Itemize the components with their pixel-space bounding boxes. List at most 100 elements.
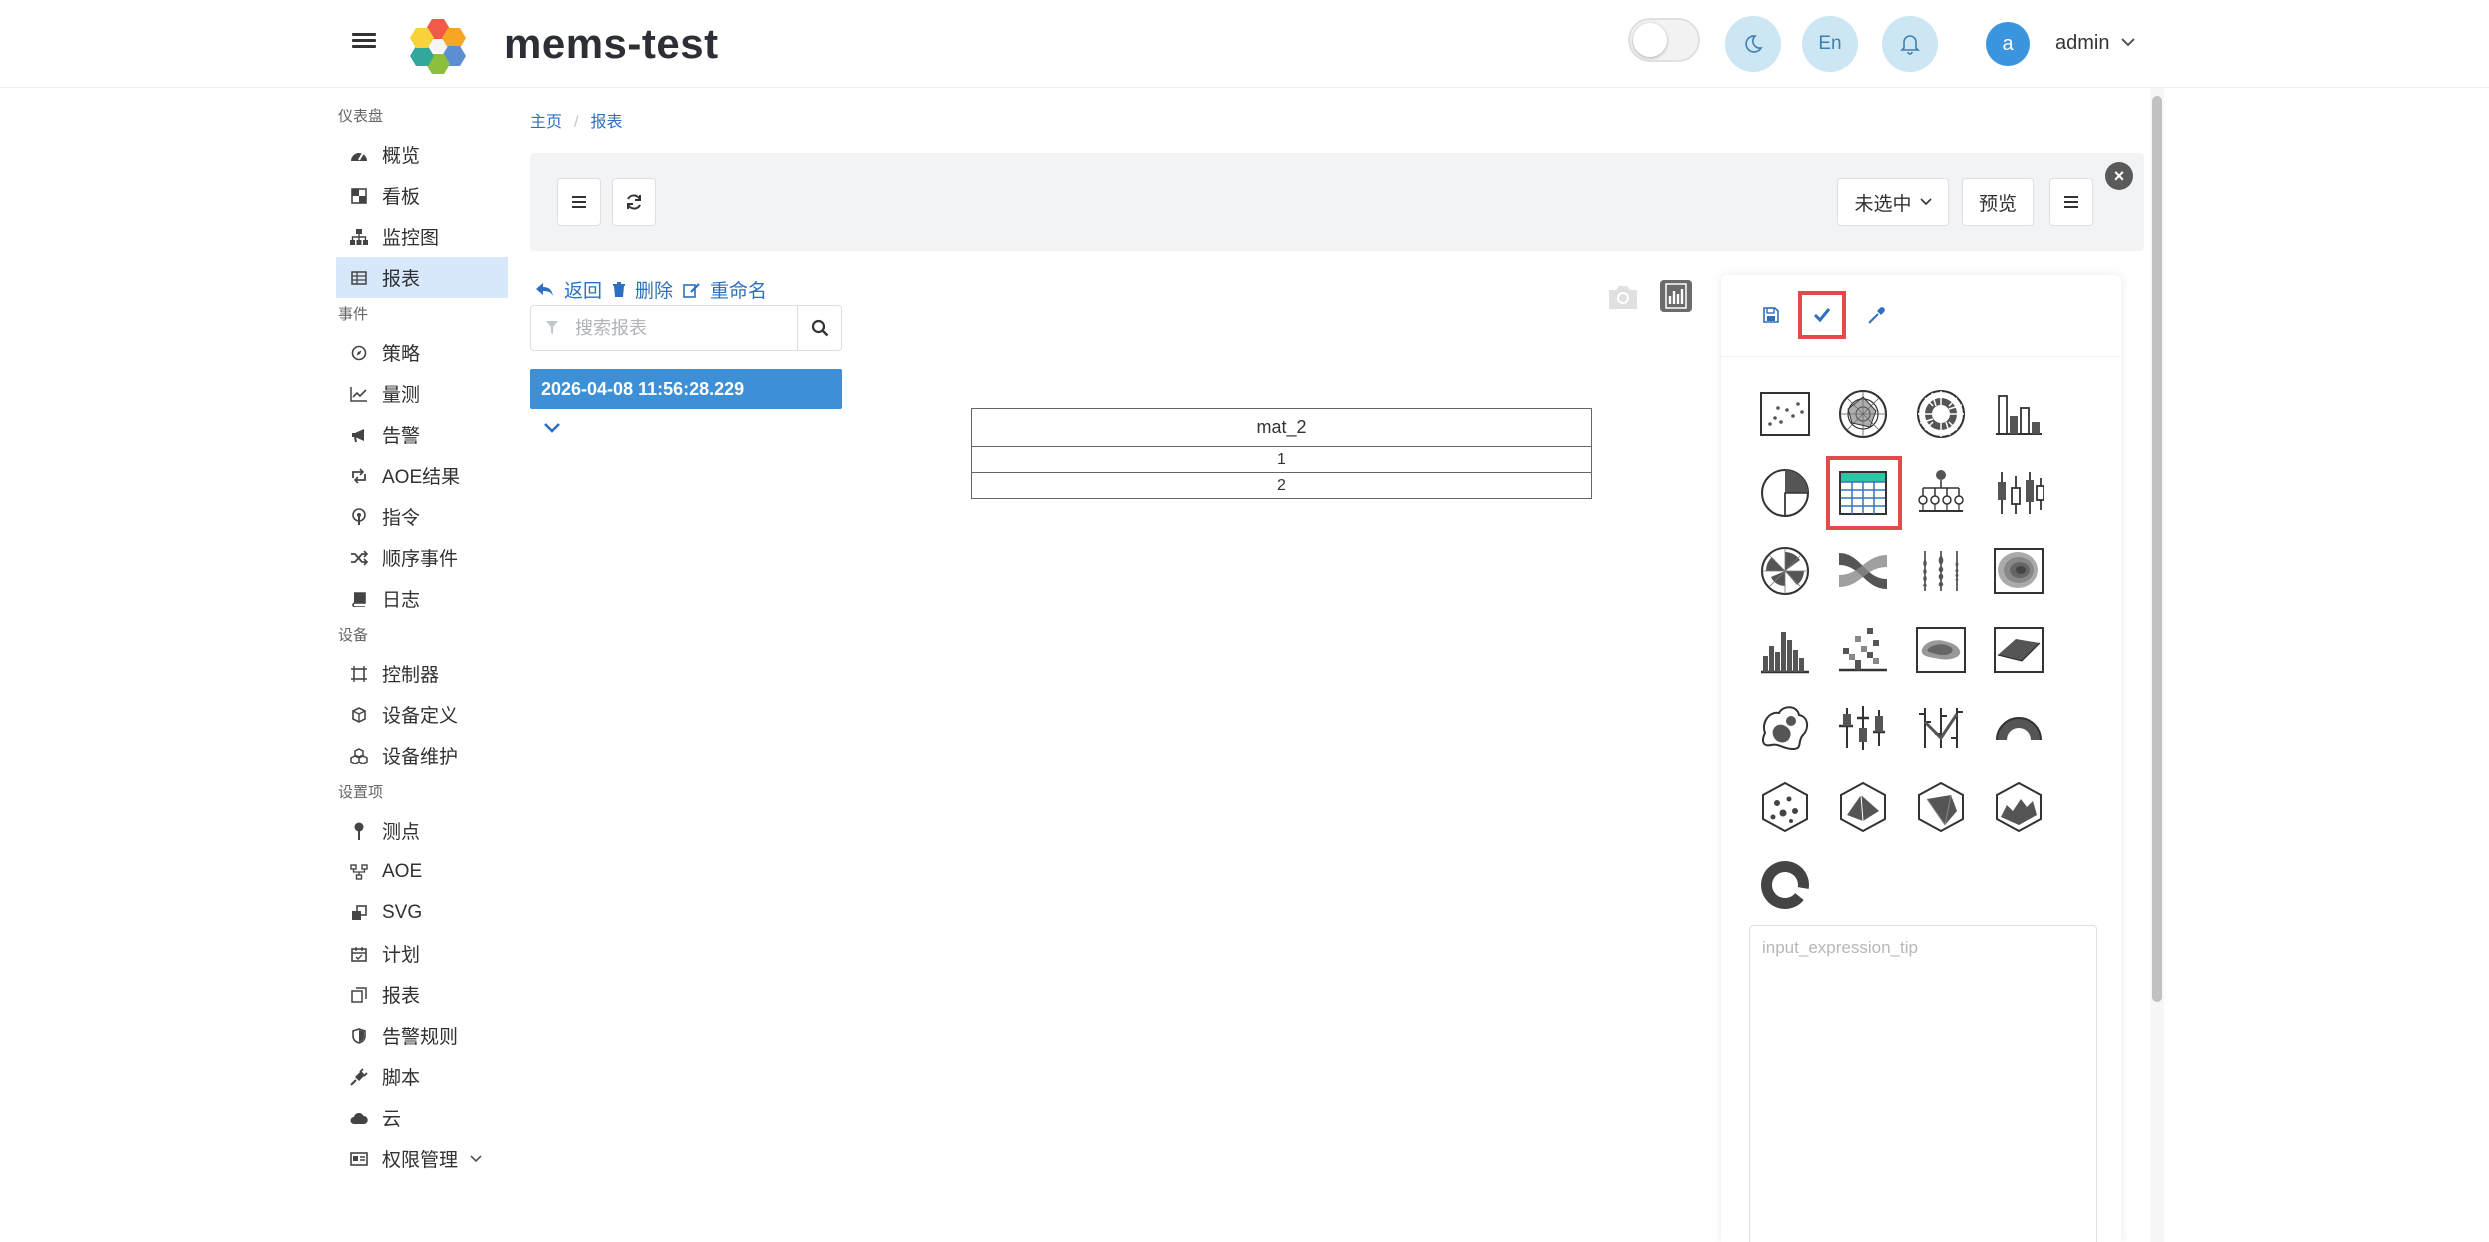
sidebar-item-command[interactable]: 指令 bbox=[336, 496, 508, 537]
area3d-chart-icon[interactable] bbox=[1980, 768, 2058, 846]
cone3d-chart-icon[interactable] bbox=[1902, 768, 1980, 846]
ring-chart-icon[interactable] bbox=[1746, 846, 1824, 924]
ohlc-chart-icon[interactable] bbox=[1902, 689, 1980, 767]
selection-dropdown[interactable]: 未选中 bbox=[1837, 178, 1949, 226]
notification-button[interactable] bbox=[1882, 16, 1938, 72]
menu-toggle-icon[interactable] bbox=[352, 30, 376, 54]
controller-icon bbox=[350, 665, 368, 683]
violin-chart-icon[interactable] bbox=[1902, 532, 1980, 610]
report-list-item[interactable]: 2026-04-08 11:56:28.229 bbox=[530, 369, 842, 409]
save-button[interactable] bbox=[1747, 291, 1795, 339]
density-chart-icon[interactable] bbox=[1902, 611, 1980, 689]
cloud-icon bbox=[350, 1109, 368, 1127]
sidebar-item-script[interactable]: 脚本 bbox=[336, 1056, 508, 1097]
app-title: mems-test bbox=[504, 20, 719, 67]
sidebar-item-permission[interactable]: 权限管理 bbox=[336, 1138, 508, 1179]
sidebar-item-log[interactable]: 日志 bbox=[336, 578, 508, 619]
sidebar-item-svg[interactable]: SVG bbox=[336, 892, 508, 933]
sidebar-item-measure[interactable]: 量测 bbox=[336, 373, 508, 414]
chevron-down-icon[interactable] bbox=[470, 1154, 482, 1163]
delete-link[interactable]: 删除 bbox=[635, 276, 673, 303]
sidebar-item-monitor[interactable]: 监控图 bbox=[336, 216, 508, 257]
preview-button[interactable]: 预览 bbox=[1962, 178, 2034, 226]
save-icon bbox=[1763, 307, 1779, 323]
sidebar-item-label: 报表 bbox=[382, 986, 421, 1007]
back-link[interactable]: 返回 bbox=[564, 276, 602, 303]
bar-chart-icon[interactable] bbox=[1980, 375, 2058, 453]
breadcrumb-current[interactable]: 报表 bbox=[590, 114, 622, 131]
sidebar-item-label: 量测 bbox=[382, 385, 421, 406]
table-header-cell: mat_2 bbox=[971, 408, 1592, 447]
sidebar-item-device-def[interactable]: 设备定义 bbox=[336, 694, 508, 735]
sidebar-item-report[interactable]: 报表 bbox=[336, 257, 508, 298]
close-icon[interactable]: × bbox=[2105, 162, 2133, 190]
sidebar-item-strategy[interactable]: 策略 bbox=[336, 332, 508, 373]
sidebar-item-label: AOE bbox=[382, 860, 423, 882]
sidebar-item-alarm[interactable]: 告警 bbox=[336, 414, 508, 455]
selection-dropdown-label: 未选中 bbox=[1854, 193, 1912, 215]
search-icon[interactable] bbox=[811, 319, 829, 337]
sidebar-item-overview[interactable]: 概览 bbox=[336, 134, 508, 175]
dark-mode-button[interactable] bbox=[1725, 16, 1781, 72]
sidebar-section-title: 设备 bbox=[338, 627, 369, 644]
scrollbar-thumb[interactable] bbox=[2152, 96, 2162, 1002]
blob-chart-icon[interactable] bbox=[1746, 689, 1824, 767]
candlestick-chart-icon[interactable] bbox=[1824, 689, 1902, 767]
boxplot-chart-icon[interactable] bbox=[1980, 454, 2058, 532]
sidebar-item-label: 日志 bbox=[382, 590, 421, 611]
tree-chart-icon[interactable] bbox=[1902, 454, 1980, 532]
sidebar-item-cloud[interactable]: 云 bbox=[336, 1097, 508, 1138]
table-chart-icon[interactable] bbox=[1824, 454, 1902, 532]
radar-chart-icon[interactable] bbox=[1824, 375, 1902, 453]
reply-icon[interactable] bbox=[535, 282, 555, 298]
edit-icon[interactable] bbox=[683, 282, 701, 298]
search-input[interactable] bbox=[575, 314, 785, 342]
sidebar-item-controller[interactable]: 控制器 bbox=[336, 653, 508, 694]
breadcrumb-home[interactable]: 主页 bbox=[530, 114, 562, 131]
sankey-chart-icon[interactable] bbox=[1824, 532, 1902, 610]
sidebar-item-label: 测点 bbox=[382, 822, 421, 843]
avatar[interactable]: a bbox=[1986, 22, 2030, 66]
language-button[interactable]: En bbox=[1802, 16, 1858, 72]
surface-chart-icon[interactable] bbox=[1980, 611, 2058, 689]
chart-toggle-button[interactable] bbox=[1660, 280, 1692, 312]
sidebar-item-sequence-event[interactable]: 顺序事件 bbox=[336, 537, 508, 578]
gauge-chart-icon[interactable] bbox=[1980, 689, 2058, 767]
sunburst-chart-icon[interactable] bbox=[1902, 375, 1980, 453]
histogram-chart-icon[interactable] bbox=[1746, 611, 1824, 689]
theme-switch[interactable] bbox=[1628, 18, 1700, 62]
sidebar-item-device-maint[interactable]: 设备维护 bbox=[336, 735, 508, 776]
bars-icon bbox=[572, 196, 586, 208]
eyedropper-button[interactable] bbox=[1853, 291, 1901, 339]
logo-icon bbox=[410, 19, 466, 74]
sidebar-item-label: 告警 bbox=[382, 426, 421, 447]
sidebar-item-alarm-rule[interactable]: 告警规则 bbox=[336, 1015, 508, 1056]
pie-chart-icon[interactable] bbox=[1746, 454, 1824, 532]
polar-chart-icon[interactable] bbox=[1746, 532, 1824, 610]
sidebar-item-aoe-result[interactable]: AOE结果 bbox=[336, 455, 508, 496]
list-menu-button[interactable] bbox=[557, 178, 601, 226]
chevron-down-icon[interactable] bbox=[543, 422, 561, 434]
sidebar-item-aoe[interactable]: AOE bbox=[336, 851, 508, 892]
sidebar-item-board[interactable]: 看板 bbox=[336, 175, 508, 216]
confirm-button[interactable] bbox=[1798, 291, 1846, 339]
scatter-chart-icon[interactable] bbox=[1746, 375, 1824, 453]
trash-icon[interactable] bbox=[612, 281, 626, 298]
scatter3d-chart-icon[interactable] bbox=[1746, 768, 1824, 846]
contour-chart-icon[interactable] bbox=[1980, 532, 2058, 610]
sidebar-item-point[interactable]: 测点 bbox=[336, 810, 508, 851]
sidebar-item-report-config[interactable]: 报表 bbox=[336, 974, 508, 1015]
expression-input[interactable] bbox=[1749, 925, 2097, 1242]
camera-icon[interactable] bbox=[1606, 283, 1640, 311]
refresh-icon bbox=[627, 194, 641, 210]
heatmap-chart-icon[interactable] bbox=[1824, 611, 1902, 689]
table-row: 1 bbox=[971, 446, 1592, 473]
user-name[interactable]: admin bbox=[2055, 32, 2109, 55]
rename-link[interactable]: 重命名 bbox=[710, 276, 767, 303]
chevron-down-icon[interactable] bbox=[2120, 36, 2136, 48]
mesh3d-chart-icon[interactable] bbox=[1824, 768, 1902, 846]
sidebar-item-label: 脚本 bbox=[382, 1068, 421, 1089]
more-menu-button[interactable] bbox=[2049, 178, 2093, 226]
refresh-button[interactable] bbox=[612, 178, 656, 226]
sidebar-item-plan[interactable]: 计划 bbox=[336, 933, 508, 974]
